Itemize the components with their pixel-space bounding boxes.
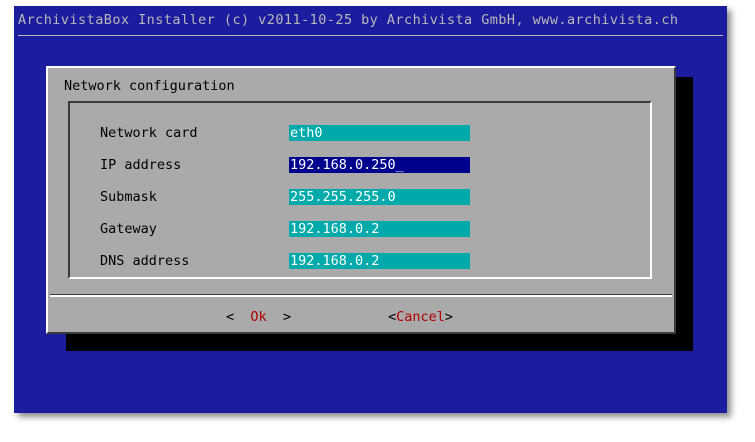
ip-address-label: IP address xyxy=(100,157,182,173)
button-separator xyxy=(50,294,672,297)
form-row-gateway: Gateway 192.168.0.2 xyxy=(70,221,650,238)
gateway-input[interactable]: 192.168.0.2 xyxy=(289,221,470,237)
form-row-ip-address: IP address 192.168.0.250 xyxy=(70,157,650,174)
submask-input[interactable]: 255.255.255.0 xyxy=(289,189,470,205)
form-panel: Network card eth0 IP address 192.168.0.2… xyxy=(68,101,652,279)
installer-title: ArchivistaBox Installer (c) v2011-10-25 … xyxy=(18,12,679,28)
network-card-input[interactable]: eth0 xyxy=(289,125,470,141)
dns-address-label: DNS address xyxy=(100,253,190,269)
submask-label: Submask xyxy=(100,189,157,205)
form-row-submask: Submask 255.255.255.0 xyxy=(70,189,650,206)
installer-screen: ArchivistaBox Installer (c) v2011-10-25 … xyxy=(14,6,727,413)
dialog-title: Network configuration xyxy=(64,78,235,94)
ip-address-input[interactable]: 192.168.0.250 xyxy=(289,157,470,173)
dns-address-input[interactable]: 192.168.0.2 xyxy=(289,253,470,269)
gateway-label: Gateway xyxy=(100,221,157,237)
ok-button[interactable]: < Ok > xyxy=(226,309,291,325)
ok-button-label: k xyxy=(258,309,267,325)
ok-button-right-bracket: > xyxy=(282,309,292,325)
ok-button-hotkey: O xyxy=(250,309,259,325)
title-divider xyxy=(18,35,723,36)
cancel-button[interactable]: <Cancel> xyxy=(388,309,453,325)
form-row-dns-address: DNS address 192.168.0.2 xyxy=(70,253,650,270)
cancel-button-right-bracket: > xyxy=(444,309,454,325)
network-config-dialog: Network configuration Network card eth0 … xyxy=(46,66,676,334)
ok-button-left-bracket: < xyxy=(226,309,235,325)
cancel-button-left-bracket: < xyxy=(388,309,397,325)
cancel-button-label: ancel xyxy=(404,309,445,325)
form-row-network-card: Network card eth0 xyxy=(70,125,650,142)
network-card-label: Network card xyxy=(100,125,198,141)
